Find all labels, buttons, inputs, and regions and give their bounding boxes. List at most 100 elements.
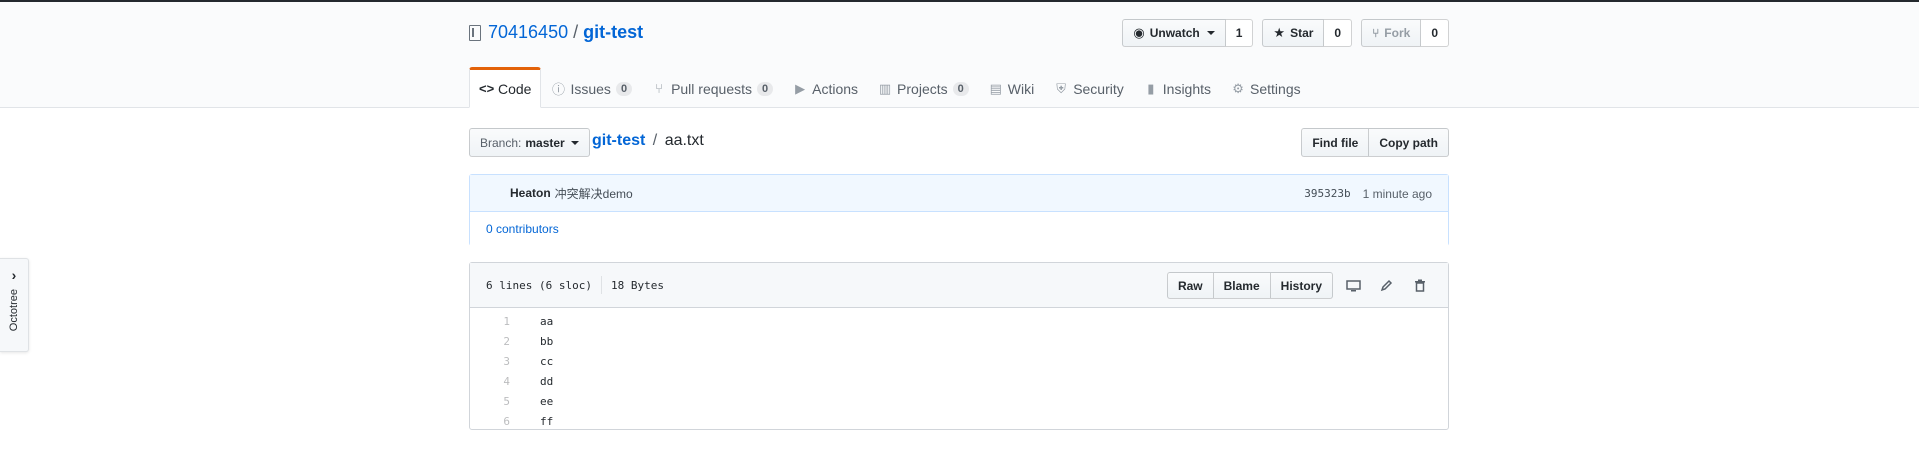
trash-icon[interactable] <box>1403 272 1436 299</box>
repo-owner-link[interactable]: 70416450 <box>488 22 568 43</box>
tab-pull-requests[interactable]: ⑂ Pull requests 0 <box>642 67 783 108</box>
line-number[interactable]: 4 <box>470 375 520 388</box>
line-number[interactable]: 2 <box>470 335 520 348</box>
line-content: ff <box>540 414 554 428</box>
repo-title: 70416450 / git-test <box>469 22 643 43</box>
tab-label: Settings <box>1250 80 1301 97</box>
code-line: 3 cc <box>470 351 1448 371</box>
star-button[interactable]: ★ Star <box>1262 19 1325 47</box>
project-icon: ▥ <box>878 80 892 96</box>
tab-label: Insights <box>1162 80 1212 97</box>
forks-count[interactable]: 0 <box>1421 19 1449 47</box>
repo-actions: ◉ Unwatch 1 ★ Star 0 ⑂ Fork 0 <box>1122 19 1449 47</box>
line-content: bb <box>540 334 554 348</box>
pull-request-icon: ⑂ <box>655 81 663 96</box>
projects-counter: 0 <box>952 81 969 96</box>
repo-title-separator: / <box>573 22 579 42</box>
line-number[interactable]: 5 <box>470 395 520 408</box>
tab-label: Actions <box>812 80 859 97</box>
tab-label: Projects <box>897 80 948 97</box>
chevron-right-icon: › <box>11 267 17 283</box>
code-line: 2 bb <box>470 331 1448 351</box>
copy-path-button[interactable]: Copy path <box>1369 128 1449 157</box>
star-group: ★ Star 0 <box>1262 19 1353 47</box>
commit-tease: Heaton 冲突解决demo 395323b 1 minute ago 0 c… <box>469 174 1449 246</box>
unwatch-button[interactable]: ◉ Unwatch <box>1122 19 1226 47</box>
file-viewer: 6 lines (6 sloc) 18 Bytes Raw Blame Hist… <box>469 262 1449 430</box>
tab-wiki[interactable]: ▤ Wiki <box>979 67 1044 108</box>
graph-icon: ▮ <box>1147 80 1155 96</box>
breadcrumb-separator: / <box>652 132 658 149</box>
contributors-row: 0 contributors <box>470 212 1448 246</box>
line-content: cc <box>540 354 554 368</box>
fork-label: Fork <box>1384 26 1411 40</box>
star-icon: ★ <box>1273 25 1286 40</box>
breadcrumb-repo-link[interactable]: git-test <box>592 132 645 149</box>
line-content: ee <box>540 394 554 408</box>
commit-message[interactable]: 冲突解决demo <box>555 185 633 202</box>
tab-settings[interactable]: ⚙ Settings <box>1221 67 1311 108</box>
book-icon: ▤ <box>989 80 1002 96</box>
line-content: aa <box>540 314 554 328</box>
code-line: 5 ee <box>470 391 1448 411</box>
line-content: dd <box>540 374 554 388</box>
commit-time: 1 minute ago <box>1362 186 1432 201</box>
blame-button[interactable]: Blame <box>1213 272 1271 299</box>
play-icon: ▶ <box>795 80 806 96</box>
line-number[interactable]: 3 <box>470 355 520 368</box>
chevron-down-icon <box>1206 31 1215 35</box>
pull-requests-counter: 0 <box>757 81 774 96</box>
history-button[interactable]: History <box>1270 272 1333 299</box>
octotree-toggle[interactable]: › Octotree <box>0 258 29 352</box>
tab-security[interactable]: ⛨ Security <box>1044 67 1134 108</box>
file-header: 6 lines (6 sloc) 18 Bytes Raw Blame Hist… <box>470 263 1448 308</box>
tab-label: Issues <box>570 80 611 97</box>
commit-sha[interactable]: 395323b <box>1304 187 1350 200</box>
tab-issues[interactable]: ⓘ Issues 0 <box>541 67 642 108</box>
file-info-divider <box>600 276 602 294</box>
branch-select-button[interactable]: Branch: master <box>469 128 590 157</box>
fork-group: ⑂ Fork 0 <box>1361 19 1449 47</box>
latest-commit: Heaton 冲突解决demo 395323b 1 minute ago <box>470 175 1448 212</box>
line-number[interactable]: 6 <box>470 415 520 428</box>
repo-header: 70416450 / git-test ◉ Unwatch 1 ★ Star 0… <box>0 2 1919 108</box>
tab-projects[interactable]: ▥ Projects 0 <box>868 67 979 108</box>
repo-name-link[interactable]: git-test <box>583 22 643 43</box>
fork-button[interactable]: ⑂ Fork <box>1361 19 1422 47</box>
tab-label: Pull requests <box>671 80 752 97</box>
unwatch-label: Unwatch <box>1149 26 1200 40</box>
file-actions: Raw Blame History <box>1166 272 1436 299</box>
repo-nav-tabs: <> Code ⓘ Issues 0 ⑂ Pull requests 0 ▶ A… <box>469 67 1311 108</box>
raw-button[interactable]: Raw <box>1166 272 1214 299</box>
tab-actions[interactable]: ▶ Actions <box>783 67 868 108</box>
watchers-count[interactable]: 1 <box>1225 19 1254 47</box>
chevron-down-icon <box>570 140 579 145</box>
commit-meta: 395323b 1 minute ago <box>1304 175 1432 212</box>
line-number[interactable]: 1 <box>470 315 520 328</box>
contributors-link[interactable]: 0 contributors <box>486 222 559 236</box>
code-line: 1 aa <box>470 311 1448 331</box>
stargazers-count[interactable]: 0 <box>1324 19 1353 47</box>
eye-icon: ◉ <box>1133 25 1145 40</box>
branch-name: master <box>525 135 565 150</box>
desktop-icon[interactable] <box>1337 272 1370 299</box>
code-line: 4 dd <box>470 371 1448 391</box>
tab-code[interactable]: <> Code <box>469 67 542 108</box>
commit-author[interactable]: Heaton <box>510 186 551 200</box>
find-file-button[interactable]: Find file <box>1301 128 1370 157</box>
shield-icon: ⛨ <box>1056 80 1067 96</box>
file-navigation: Branch: master git-test / aa.txt Find fi… <box>469 128 1449 158</box>
tab-label: Wiki <box>1007 80 1035 97</box>
file-nav-actions: Find file Copy path <box>1301 128 1449 157</box>
octotree-label: Octotree <box>8 289 20 332</box>
pencil-icon[interactable] <box>1370 272 1403 299</box>
breadcrumb-file-name: aa.txt <box>664 132 704 149</box>
issue-icon: ⓘ <box>551 82 565 97</box>
breadcrumb: git-test / aa.txt <box>592 132 704 150</box>
file-size: 18 Bytes <box>610 278 664 292</box>
code-icon: <> <box>479 81 495 96</box>
repo-icon <box>469 24 481 41</box>
tab-insights[interactable]: ▮ Insights <box>1134 67 1221 108</box>
branch-prefix: Branch: <box>480 135 522 150</box>
code-line: 6 ff <box>470 411 1448 431</box>
